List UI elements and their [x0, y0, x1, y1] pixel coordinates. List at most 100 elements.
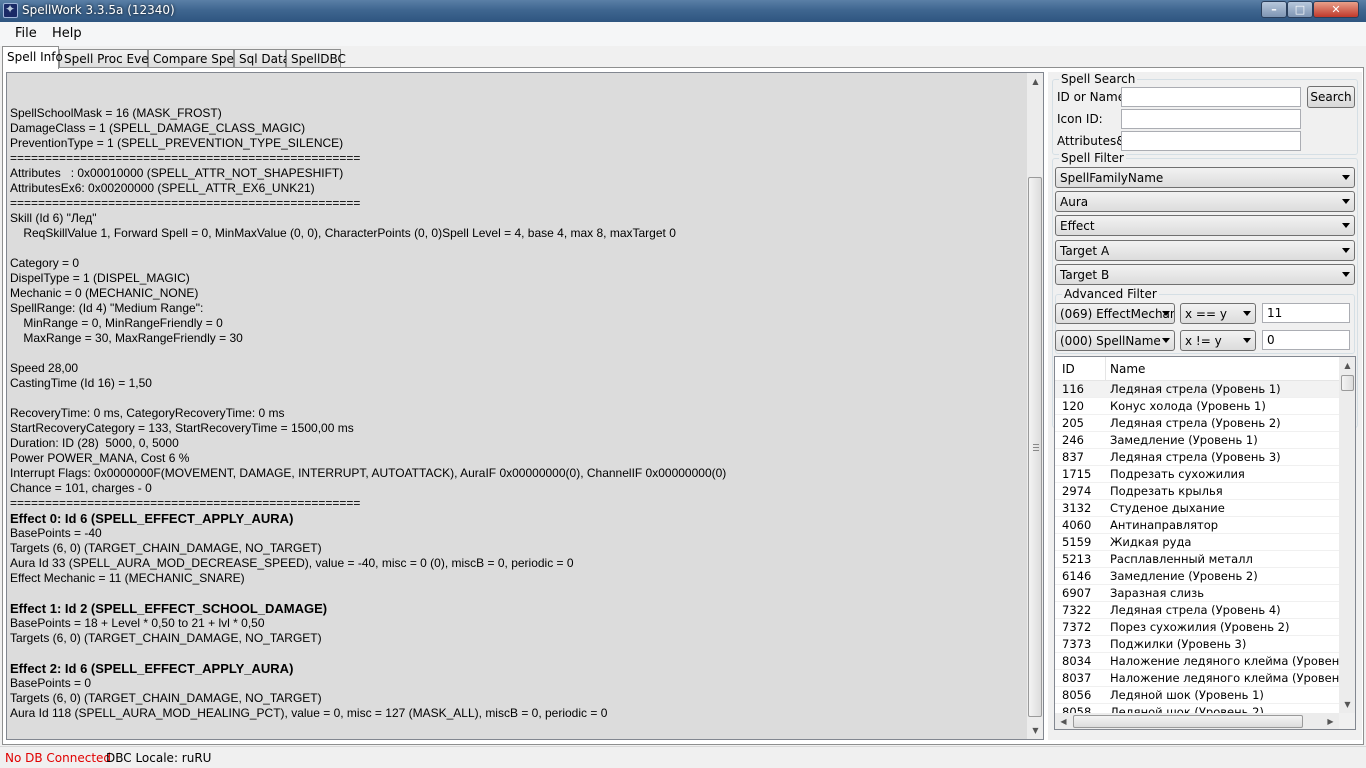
- column-id[interactable]: ID: [1062, 362, 1075, 376]
- spell-id: 205: [1062, 416, 1084, 430]
- spell-id: 7322: [1062, 603, 1092, 617]
- list-item[interactable]: 5159 Жидкая руда: [1055, 534, 1339, 551]
- chevron-down-icon: [1243, 311, 1251, 316]
- list-item[interactable]: 8037 Наложение ледяного клейма (Уровень 2…: [1055, 670, 1339, 687]
- spell-info-text: SpellSchoolMask = 16 (MASK_FROST) DamageC…: [10, 91, 1020, 731]
- spell-id: 7372: [1062, 620, 1092, 634]
- spell-list-header: ID Name: [1055, 357, 1339, 381]
- scroll-right-icon[interactable]: ▶: [1322, 713, 1339, 729]
- adv-value-1-input[interactable]: 11: [1262, 303, 1350, 323]
- spell-id: 5213: [1062, 552, 1092, 566]
- list-hscroll-thumb[interactable]: [1073, 715, 1303, 728]
- menu-help[interactable]: Help: [52, 26, 82, 41]
- tab-spell-proc-event[interactable]: Spell Proc Event: [59, 49, 161, 68]
- adv-op-2-select[interactable]: x != y: [1180, 330, 1256, 351]
- info-line: ========================================…: [10, 196, 361, 210]
- spell-name: Студеное дыхание: [1110, 501, 1225, 515]
- target-a-select[interactable]: Target A: [1055, 240, 1355, 261]
- list-item[interactable]: 1715 Подрезать сухожилия: [1055, 466, 1339, 483]
- close-button[interactable]: ✕: [1313, 1, 1359, 18]
- spell-info-textbox[interactable]: SpellSchoolMask = 16 (MASK_FROST) DamageC…: [6, 72, 1044, 740]
- scroll-up-icon[interactable]: ▲: [1027, 73, 1044, 90]
- spell-id: 8056: [1062, 688, 1092, 702]
- tab-sql-data[interactable]: Sql Data: [234, 49, 290, 68]
- list-hscrollbar[interactable]: ◀ ▶: [1055, 713, 1339, 729]
- aura-select[interactable]: Aura: [1055, 191, 1355, 212]
- effect-select[interactable]: Effect: [1055, 215, 1355, 236]
- list-item[interactable]: 3132 Студеное дыхание: [1055, 500, 1339, 517]
- scroll-down-icon[interactable]: ▼: [1339, 696, 1355, 713]
- info-line: PreventionType = 1 (SPELL_PREVENTION_TYP…: [10, 136, 344, 150]
- list-item[interactable]: 7373 Поджилки (Уровень 3): [1055, 636, 1339, 653]
- info-line: [10, 346, 1020, 361]
- info-line: ========================================…: [10, 496, 361, 510]
- list-item[interactable]: 246 Замедление (Уровень 1): [1055, 432, 1339, 449]
- spell-name: Антинаправлятор: [1110, 518, 1219, 532]
- minimize-button[interactable]: –: [1261, 1, 1287, 18]
- scroll-left-icon[interactable]: ◀: [1055, 713, 1072, 729]
- adv-op-1-select[interactable]: x == y: [1180, 303, 1256, 324]
- info-scrollbar[interactable]: ▲ ▼: [1026, 73, 1043, 739]
- list-item[interactable]: 205 Ледяная стрела (Уровень 2): [1055, 415, 1339, 432]
- status-bar: No DB Connected DBC Locale: ruRU: [0, 746, 1366, 768]
- info-line: ReqSkillValue 1, Forward Spell = 0, MinM…: [10, 226, 676, 240]
- scroll-thumb[interactable]: [1028, 177, 1042, 717]
- attributes-input[interactable]: [1121, 131, 1301, 151]
- id-or-name-input[interactable]: [1121, 87, 1301, 107]
- list-item[interactable]: 5213 Расплавленный металл: [1055, 551, 1339, 568]
- column-name[interactable]: Name: [1110, 362, 1145, 376]
- spell-id: 8037: [1062, 671, 1092, 685]
- info-line: Category = 0: [10, 256, 80, 270]
- spell-family-value: SpellFamilyName: [1060, 171, 1164, 185]
- spell-family-select[interactable]: SpellFamilyName: [1055, 167, 1355, 188]
- menu-bar: File Help: [0, 22, 1366, 46]
- info-line: Interrupt Flags: 0x0000000F(MOVEMENT, DA…: [10, 466, 727, 480]
- list-item[interactable]: 8034 Наложение ледяного клейма (Уровень 1…: [1055, 653, 1339, 670]
- chevron-down-icon: [1342, 223, 1350, 228]
- window-title: SpellWork 3.3.5a (12340): [22, 3, 175, 17]
- list-item[interactable]: 8058 Ледяной шок (Уровень 2): [1055, 704, 1339, 713]
- spell-name: Подрезать крылья: [1110, 484, 1223, 498]
- list-item[interactable]: 4060 Антинаправлятор: [1055, 517, 1339, 534]
- list-item[interactable]: 2974 Подрезать крылья: [1055, 483, 1339, 500]
- list-item[interactable]: 837 Ледяная стрела (Уровень 3): [1055, 449, 1339, 466]
- list-item[interactable]: 6907 Заразная слизь: [1055, 585, 1339, 602]
- aura-value: Aura: [1060, 195, 1089, 209]
- tab-spelldbc[interactable]: SpellDBC: [286, 49, 346, 68]
- list-vscrollbar[interactable]: ▲ ▼: [1339, 357, 1355, 713]
- chevron-down-icon: [1162, 311, 1170, 316]
- spell-id: 1715: [1062, 467, 1092, 481]
- info-line: Duration: ID (28) 5000, 0, 5000: [10, 436, 179, 450]
- tab-compare-spells[interactable]: Compare Spells: [148, 49, 247, 68]
- menu-file[interactable]: File: [15, 26, 37, 41]
- info-line: Skill (Id 6) "Лед": [10, 211, 97, 225]
- info-line: MinRange = 0, MinRangeFriendly = 0: [10, 316, 223, 330]
- maximize-button[interactable]: □: [1287, 1, 1313, 18]
- spell-list[interactable]: ID Name 116 Ледяная стрела (Уровень 1) 120…: [1054, 356, 1356, 730]
- adv-value-2-input[interactable]: 0: [1262, 330, 1350, 350]
- spell-name: Расплавленный металл: [1110, 552, 1253, 566]
- scroll-up-icon[interactable]: ▲: [1339, 357, 1355, 374]
- info-line: Aura Id 118 (SPELL_AURA_MOD_HEALING_PCT)…: [10, 706, 608, 720]
- tab-spell-info[interactable]: Spell Info: [2, 46, 63, 69]
- list-item[interactable]: 7372 Порез сухожилия (Уровень 2): [1055, 619, 1339, 636]
- adv-field-1-select[interactable]: (069) EffectMechani: [1055, 303, 1175, 324]
- info-line: Targets (6, 0) (TARGET_CHAIN_DAMAGE, NO_…: [10, 691, 322, 705]
- info-line: Effect 0: Id 6 (SPELL_EFFECT_APPLY_AURA): [10, 511, 294, 526]
- list-item[interactable]: 116 Ледяная стрела (Уровень 1): [1055, 381, 1339, 398]
- list-item[interactable]: 6146 Замедление (Уровень 2): [1055, 568, 1339, 585]
- dbc-locale: DBC Locale: ruRU: [106, 751, 212, 765]
- info-line: [10, 91, 1020, 106]
- list-item[interactable]: 8056 Ледяной шок (Уровень 1): [1055, 687, 1339, 704]
- target-b-select[interactable]: Target B: [1055, 264, 1355, 285]
- adv-field-1-value: (069) EffectMechani: [1060, 307, 1175, 321]
- list-item[interactable]: 7322 Ледяная стрела (Уровень 4): [1055, 602, 1339, 619]
- spell-name: Наложение ледяного клейма (Уровень 1): [1110, 654, 1339, 668]
- search-button[interactable]: Search: [1307, 86, 1355, 108]
- id-or-name-label: ID or Name:: [1057, 90, 1130, 104]
- scroll-down-icon[interactable]: ▼: [1027, 722, 1044, 739]
- adv-field-2-select[interactable]: (000) SpellName: [1055, 330, 1175, 351]
- icon-id-input[interactable]: [1121, 109, 1301, 129]
- list-scroll-thumb[interactable]: [1341, 375, 1354, 391]
- list-item[interactable]: 120 Конус холода (Уровень 1): [1055, 398, 1339, 415]
